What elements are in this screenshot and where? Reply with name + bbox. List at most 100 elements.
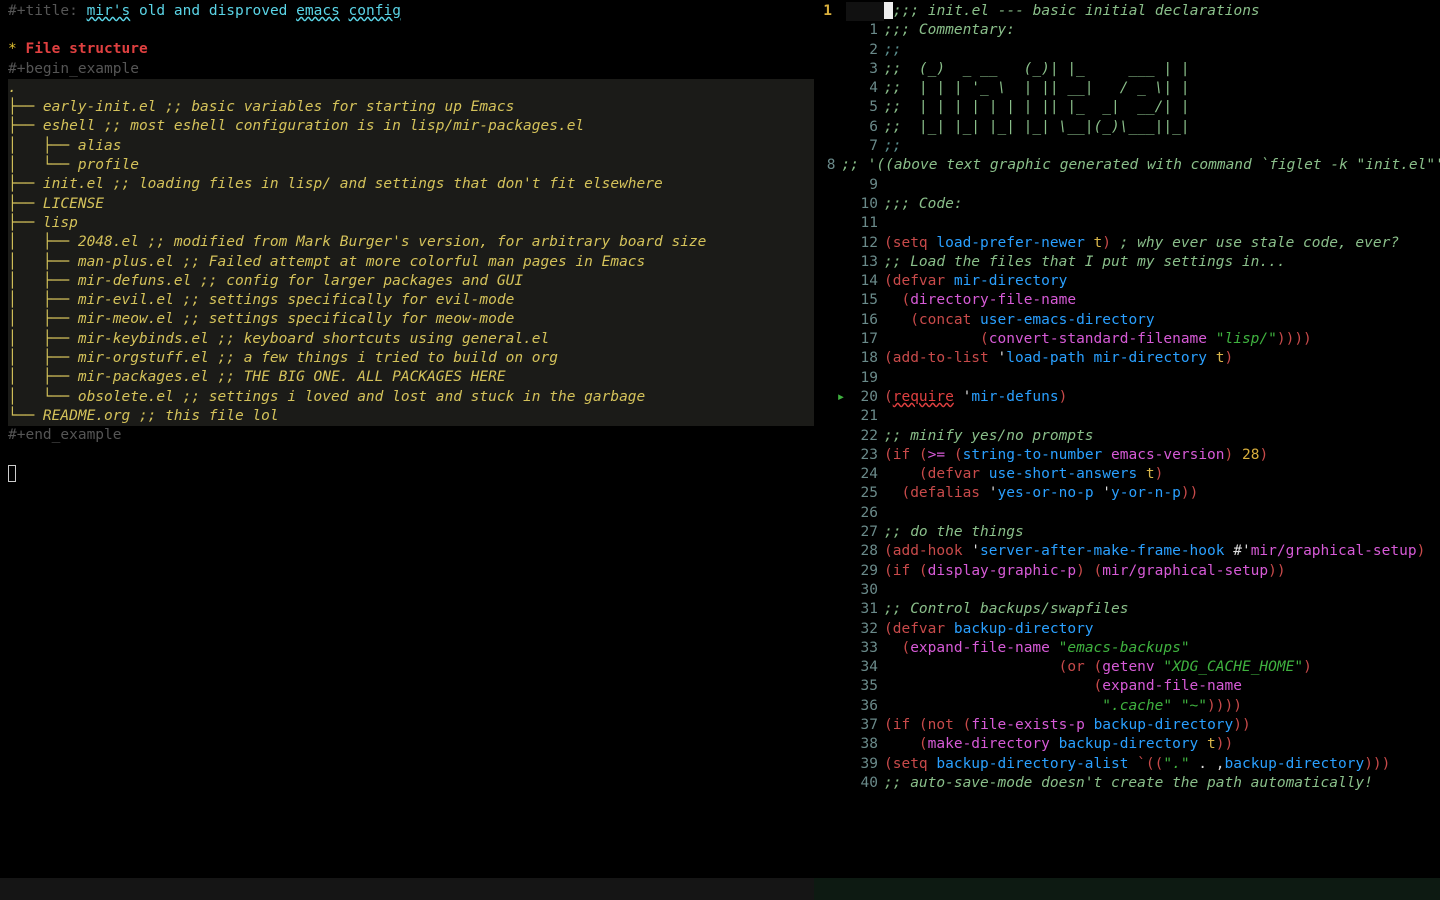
code[interactable]: (expand-file-name "emacs-backups" [884,639,1440,658]
code[interactable]: (setq load-prefer-newer t) ; why ever us… [884,234,1440,253]
code[interactable]: (add-to-list 'load-path mir-directory t) [884,349,1440,368]
code[interactable]: ;; [884,137,1440,156]
code[interactable]: (defvar use-short-answers t) [884,465,1440,484]
code[interactable]: (convert-standard-filename "lisp/")))) [884,330,1440,349]
code[interactable]: ;; Load the files that I put my settings… [884,253,1440,272]
code[interactable]: (concat user-emacs-directory [884,311,1440,330]
code-line[interactable]: 17 (convert-standard-filename "lisp/")))… [814,330,1440,349]
code-line[interactable]: 16 (concat user-emacs-directory [814,311,1440,330]
line-number: 7 [846,137,884,156]
code-line[interactable]: 28(add-hook 'server-after-make-frame-hoo… [814,542,1440,561]
code[interactable]: (make-directory backup-directory t)) [884,735,1440,754]
line-number: 26 [846,504,884,523]
code-line[interactable]: 26 [814,504,1440,523]
code-line[interactable]: 31;; Control backups/swapfiles [814,600,1440,619]
col-indicator [814,253,836,272]
code[interactable]: ;; '((above text graphic generated with … [841,156,1440,175]
code-line[interactable]: 1 ;;; init.el --- basic initial declarat… [814,2,1440,21]
tree-line: │ ├── mir-keybinds.el ;; keyboard shortc… [8,330,810,349]
tree-line: ├── early-init.el ;; basic variables for… [8,98,810,117]
code[interactable]: ;;; init.el --- basic initial declaratio… [884,2,1440,21]
code-line[interactable]: 10;;; Code: [814,195,1440,214]
code-line[interactable]: 12(setq load-prefer-newer t) ; why ever … [814,234,1440,253]
code-line[interactable]: 6;; |_| |_| |_| |_| \__|(_)\___||_| [814,118,1440,137]
code-line[interactable]: 9 [814,176,1440,195]
code-line[interactable]: 2;; [814,41,1440,60]
code-line[interactable]: 39(setq backup-directory-alist `(("." . … [814,755,1440,774]
code[interactable]: ;; | | | '_ \ | || __| / _ \| | [884,79,1440,98]
code[interactable]: ;; |_| |_| |_| |_| \__|(_)\___||_| [884,118,1440,137]
code-line[interactable]: 1;;; Commentary: [814,21,1440,40]
col-indicator [814,330,836,349]
fringe [836,697,846,716]
code[interactable]: ;;; Commentary: [884,21,1440,40]
code[interactable]: (if (display-graphic-p) (mir/graphical-s… [884,562,1440,581]
code[interactable]: ;; [884,41,1440,60]
line-number: 19 [846,369,884,388]
code[interactable]: ;; (_) _ __ (_)| |_ ___ | | [884,60,1440,79]
code[interactable]: (defalias 'yes-or-no-p 'y-or-n-p)) [884,484,1440,503]
code-line[interactable]: 38 (make-directory backup-directory t)) [814,735,1440,754]
code[interactable]: ;; auto-save-mode doesn't create the pat… [884,774,1440,793]
code[interactable]: (defvar mir-directory [884,272,1440,291]
fringe [818,156,827,175]
code-line[interactable]: 40;; auto-save-mode doesn't create the p… [814,774,1440,793]
code-line[interactable]: 34 (or (getenv "XDG_CACHE_HOME") [814,658,1440,677]
code[interactable]: ;; | | | | | | | || |_ _| __/| | [884,98,1440,117]
code-line[interactable]: 18(add-to-list 'load-path mir-directory … [814,349,1440,368]
code-line[interactable]: 22;; minify yes/no prompts [814,427,1440,446]
code-line[interactable]: 15 (directory-file-name [814,291,1440,310]
fringe [836,427,846,446]
code-line[interactable]: 11 [814,214,1440,233]
code-line[interactable]: 21 [814,407,1440,426]
code[interactable]: ;; Control backups/swapfiles [884,600,1440,619]
code-line[interactable]: 29(if (display-graphic-p) (mir/graphical… [814,562,1440,581]
code[interactable]: (if (not (file-exists-p backup-directory… [884,716,1440,735]
col-indicator [814,60,836,79]
code-line[interactable]: ▸20(require 'mir-defuns) [814,388,1440,407]
line-number: 30 [846,581,884,600]
code-line[interactable]: 7;; [814,137,1440,156]
code[interactable]: (expand-file-name [884,677,1440,696]
code[interactable]: (setq backup-directory-alist `(("." . ,b… [884,755,1440,774]
code-line[interactable]: 33 (expand-file-name "emacs-backups" [814,639,1440,658]
code[interactable] [884,176,1440,195]
fringe [836,272,846,291]
code-line[interactable]: 35 (expand-file-name [814,677,1440,696]
code-line[interactable]: 4;; | | | '_ \ | || __| / _ \| | [814,79,1440,98]
code-line[interactable]: 32(defvar backup-directory [814,620,1440,639]
code[interactable]: (or (getenv "XDG_CACHE_HOME") [884,658,1440,677]
line-number: 14 [846,272,884,291]
code-line[interactable]: 27;; do the things [814,523,1440,542]
init-el-pane[interactable]: 1 ;;; init.el --- basic initial declarat… [814,0,1440,900]
code-line[interactable]: 3;; (_) _ __ (_)| |_ ___ | | [814,60,1440,79]
code[interactable]: ;; minify yes/no prompts [884,427,1440,446]
code-line[interactable]: 30 [814,581,1440,600]
readme-org-pane[interactable]: #+title: mir's old and disproved emacs c… [0,0,814,900]
code-line[interactable]: 36 ".cache" "~")))) [814,697,1440,716]
code[interactable] [884,369,1440,388]
code-line[interactable]: 25 (defalias 'yes-or-no-p 'y-or-n-p)) [814,484,1440,503]
code[interactable]: ;;; Code: [884,195,1440,214]
code-line[interactable]: 14(defvar mir-directory [814,272,1440,291]
code[interactable]: (defvar backup-directory [884,620,1440,639]
code[interactable]: (add-hook 'server-after-make-frame-hook … [884,542,1440,561]
code[interactable] [884,214,1440,233]
code-line[interactable]: 13;; Load the files that I put my settin… [814,253,1440,272]
tree-line: ├── eshell ;; most eshell configuration … [8,117,810,136]
code[interactable] [884,581,1440,600]
code[interactable]: (directory-file-name [884,291,1440,310]
code[interactable]: ;; do the things [884,523,1440,542]
code-line[interactable]: 5;; | | | | | | | || |_ _| __/| | [814,98,1440,117]
code[interactable]: (require 'mir-defuns) [884,388,1440,407]
code[interactable]: (if (>= (string-to-number emacs-version)… [884,446,1440,465]
line-number: 31 [846,600,884,619]
code-line[interactable]: 19 [814,369,1440,388]
code-line[interactable]: 23(if (>= (string-to-number emacs-versio… [814,446,1440,465]
code[interactable] [884,504,1440,523]
code-line[interactable]: 8;; '((above text graphic generated with… [814,156,1440,175]
code-line[interactable]: 24 (defvar use-short-answers t) [814,465,1440,484]
code-line[interactable]: 37(if (not (file-exists-p backup-directo… [814,716,1440,735]
code[interactable]: ".cache" "~")))) [884,697,1440,716]
code[interactable] [884,407,1440,426]
